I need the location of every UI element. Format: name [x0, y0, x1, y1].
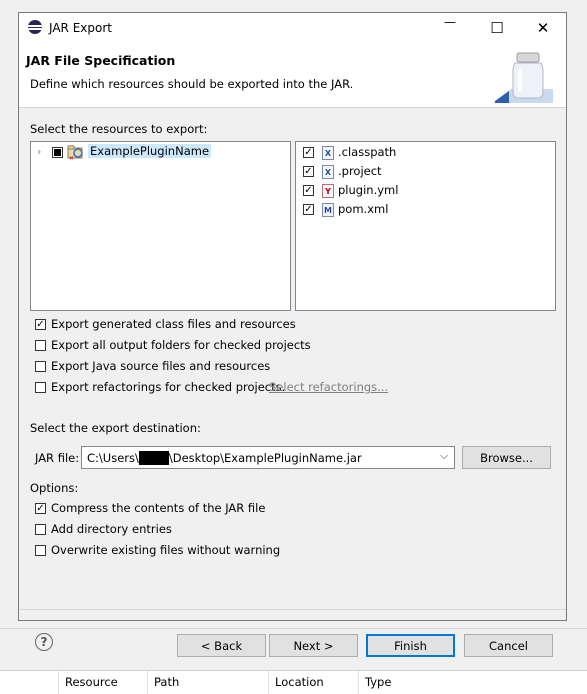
page-title: JAR File Specification [26, 53, 176, 68]
compress-label: Compress the contents of the JAR file [51, 501, 266, 515]
redacted-username [138, 451, 169, 465]
file-label-project: .project [338, 164, 382, 178]
directory-entries-checkbox[interactable] [35, 524, 46, 535]
column-location[interactable]: Location [268, 671, 357, 694]
file-checkbox-pom-xml[interactable]: ✓ [303, 204, 314, 215]
xml-file-icon: X [322, 146, 334, 160]
overwrite-checkbox[interactable] [35, 545, 46, 556]
export-refactorings-checkbox[interactable] [35, 382, 46, 393]
compress-checkbox[interactable]: ✓ [35, 503, 46, 514]
export-java-source-checkbox[interactable] [35, 361, 46, 372]
export-refactorings-label: Export refactorings for checked projects… [51, 380, 286, 394]
file-checkbox-classpath[interactable]: ✓ [303, 147, 314, 158]
help-icon[interactable]: ? [35, 633, 53, 651]
column-type[interactable]: Type [358, 671, 445, 694]
options-label: Options: [30, 481, 79, 495]
jar-path-text: C:\Users\ \Desktop\ExamplePluginName.jar [87, 451, 362, 465]
back-button[interactable]: < Back [177, 634, 266, 657]
jar-file-label: JAR file: [35, 451, 80, 465]
minimize-button[interactable]: — [427, 7, 473, 37]
jar-file-combo[interactable]: C:\Users\ \Desktop\ExamplePluginName.jar … [81, 446, 455, 469]
title-bar: JAR Export — ☐ ✕ [19, 13, 566, 43]
export-destination-label: Select the export destination: [30, 421, 201, 435]
overwrite-label: Overwrite existing files without warning [51, 543, 281, 557]
file-list[interactable]: ✓ X .classpath ✓ X .project ✓ Y plugin.y… [295, 141, 556, 311]
column-path[interactable]: Path [147, 671, 266, 694]
directory-entries-label: Add directory entries [51, 522, 172, 536]
export-output-folders-checkbox[interactable] [35, 340, 46, 351]
svg-text:✕: ✕ [69, 155, 74, 161]
cancel-button[interactable]: Cancel [464, 634, 553, 657]
jar-icon [493, 52, 553, 103]
resource-tree[interactable]: › ✕ ExamplePluginName [30, 141, 291, 311]
page-description: Define which resources should be exporte… [30, 77, 354, 91]
tree-item-checkbox[interactable] [52, 147, 63, 158]
file-label-classpath: .classpath [338, 145, 397, 159]
file-label-pom-xml: pom.xml [338, 202, 389, 216]
file-label-plugin-yml: plugin.yml [338, 183, 399, 197]
tree-expand-chevron-icon[interactable]: › [37, 145, 41, 158]
maven-file-icon: M [322, 203, 334, 217]
file-checkbox-plugin-yml[interactable]: ✓ [303, 185, 314, 196]
partial-check-icon [54, 149, 61, 156]
window-title: JAR Export [49, 21, 112, 35]
footer-divider [19, 609, 566, 610]
tree-item-label[interactable]: ExamplePluginName [88, 144, 212, 158]
path-prefix: C:\Users\ [87, 451, 139, 465]
export-class-files-checkbox[interactable]: ✓ [35, 319, 46, 330]
xml-file-icon: X [322, 165, 334, 179]
next-button[interactable]: Next > [269, 634, 358, 657]
background-table-header: Resource Path Location Type [0, 670, 587, 694]
path-suffix: \Desktop\ExamplePluginName.jar [168, 451, 362, 465]
wizard-banner: JAR File Specification Define which reso… [19, 43, 566, 108]
export-output-folders-label: Export all output folders for checked pr… [51, 338, 311, 352]
resources-label: Select the resources to export: [30, 122, 208, 136]
background-divider [0, 628, 587, 629]
eclipse-icon [28, 20, 42, 34]
maximize-button[interactable]: ☐ [474, 13, 520, 43]
yaml-file-icon: Y [322, 184, 334, 198]
jar-export-dialog: JAR Export — ☐ ✕ JAR File Specification … [18, 12, 567, 657]
close-button[interactable]: ✕ [520, 13, 566, 43]
browse-button[interactable]: Browse... [462, 446, 551, 469]
finish-button[interactable]: Finish [366, 634, 455, 657]
column-resource[interactable]: Resource [58, 671, 147, 694]
export-java-source-label: Export Java source files and resources [51, 359, 271, 373]
chevron-down-icon[interactable]: ⌵ [440, 449, 448, 463]
select-refactorings-link: Select refactorings... [269, 380, 389, 394]
project-icon: ✕ [67, 145, 83, 161]
export-class-files-label: Export generated class files and resourc… [51, 317, 296, 331]
file-checkbox-project[interactable]: ✓ [303, 166, 314, 177]
